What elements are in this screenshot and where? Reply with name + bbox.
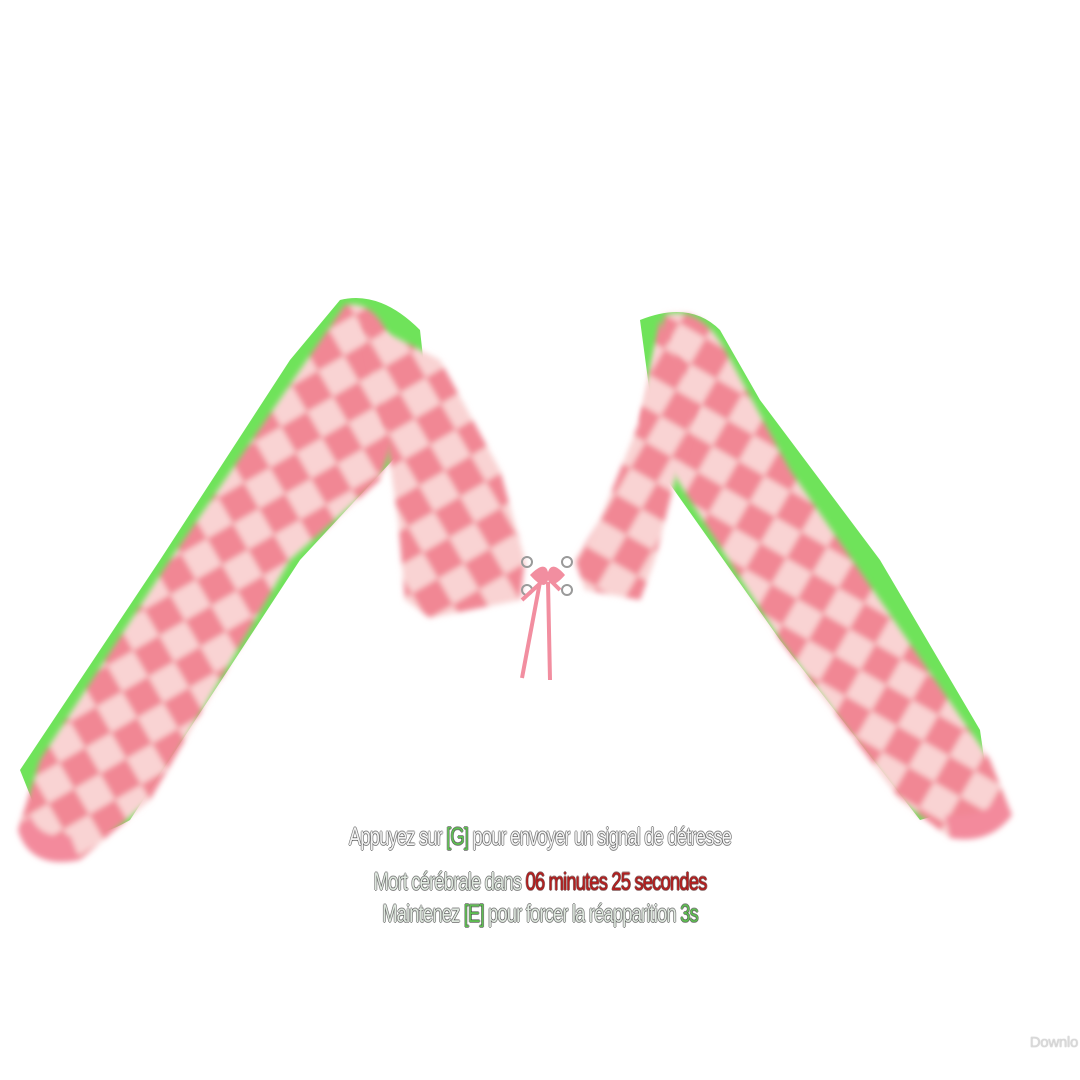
distress-key-hint: [G] xyxy=(446,823,469,851)
respawn-middle: pour forcer la réapparition xyxy=(483,900,681,928)
front-tie-bow xyxy=(520,556,573,681)
distress-suffix: pour envoyer un signal de détresse xyxy=(468,823,732,851)
brain-death-timer: Mort cérébrale dans 06 minutes 25 second… xyxy=(140,868,939,897)
distress-prefix: Appuyez sur xyxy=(348,823,447,851)
brain-death-prefix: Mort cérébrale dans xyxy=(373,868,526,896)
brain-death-countdown: 06 minutes 25 secondes xyxy=(525,868,707,896)
left-front-panel xyxy=(362,320,525,618)
force-respawn-prompt: Maintenez [E] pour forcer la réapparitio… xyxy=(140,900,939,929)
respawn-key-hint: [E] xyxy=(463,900,485,928)
respawn-prefix: Maintenez xyxy=(382,900,464,928)
distress-signal-prompt: Appuyez sur [G] pour envoyer un signal d… xyxy=(140,823,939,852)
download-watermark: Downlo xyxy=(1029,1034,1079,1051)
left-sleeve xyxy=(18,304,400,862)
game-screen: Appuyez sur [G] pour envoyer un signal d… xyxy=(0,0,1080,1080)
respawn-countdown: 3s xyxy=(680,900,699,928)
